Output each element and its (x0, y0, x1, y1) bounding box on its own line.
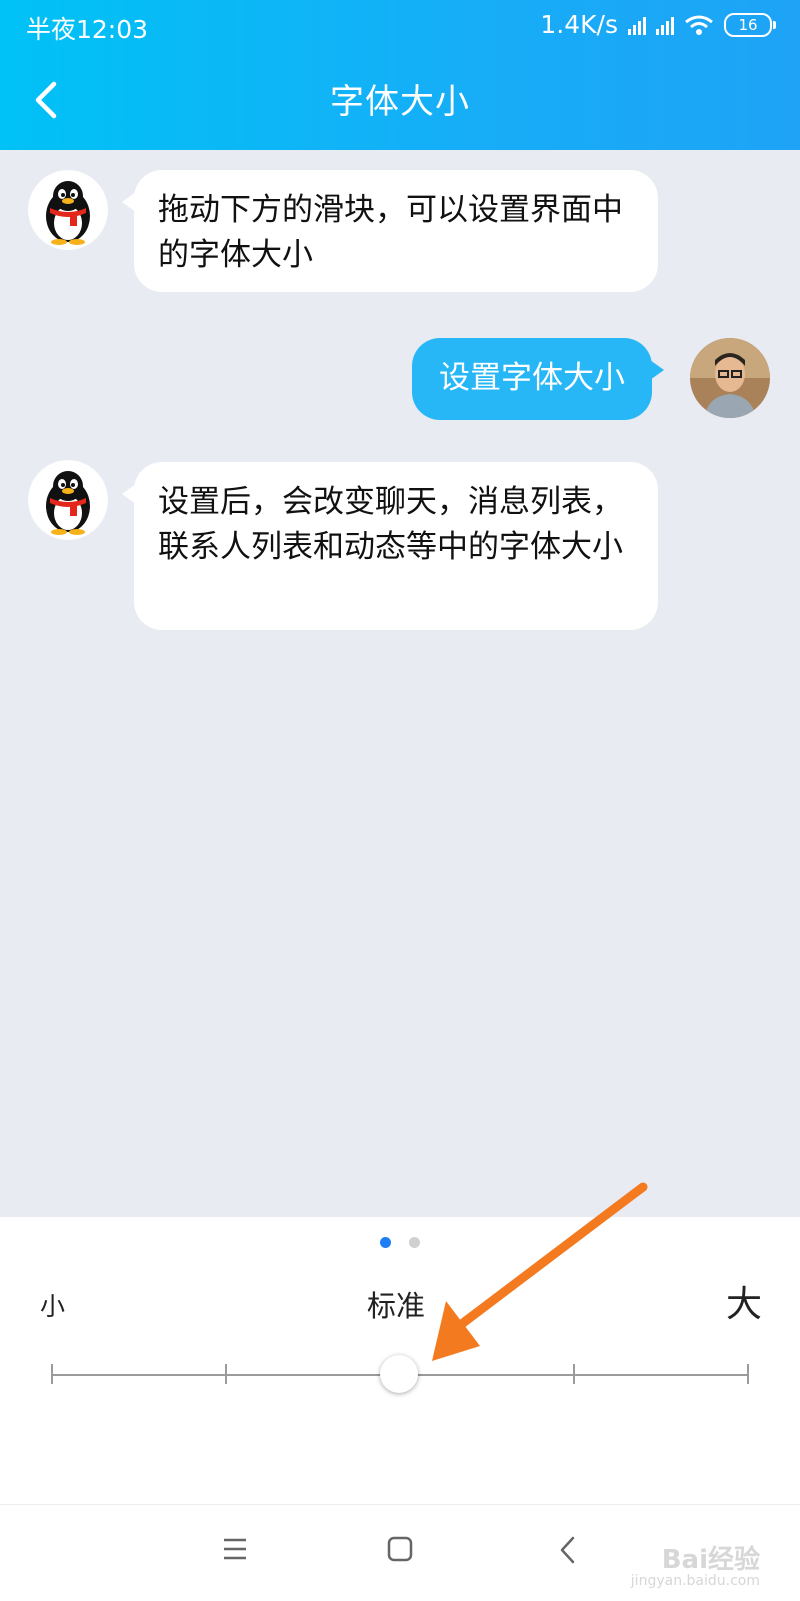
page-title: 字体大小 (330, 82, 470, 122)
user-avatar (690, 338, 770, 418)
chat-bubble-received: 设置后，会改变聊天，消息列表，联系人列表和动态等中的字体大小 (122, 462, 658, 630)
signal-icon (628, 15, 646, 35)
page-indicator (0, 1237, 800, 1248)
battery-icon: 16 (724, 12, 776, 37)
font-size-slider-thumb[interactable] (380, 1355, 418, 1393)
status-time: 半夜12:03 (26, 15, 149, 44)
message-text: 拖动下方的滑块，可以设置界面中的字体大小 (158, 192, 623, 273)
network-speed: 1.4K/s (540, 10, 618, 39)
font-size-panel: 小 标准 大 (0, 1217, 800, 1504)
penguin-avatar (28, 170, 108, 250)
home-icon[interactable] (387, 1536, 413, 1562)
size-label-standard: 标准 (367, 1289, 426, 1323)
wifi-icon (685, 15, 713, 35)
status-bar: 半夜12:03 1.4K/s 16 (0, 0, 800, 50)
user-photo-icon (690, 338, 770, 418)
chat-preview: 拖动下方的滑块，可以设置界面中的字体大小 设置字体大小 设置后，会改变聊天，消息… (0, 150, 800, 1217)
nav-bar: 字体大小 (0, 50, 800, 150)
message-text: 设置后，会改变聊天，消息列表，联系人列表和动态等中的字体大小 (158, 484, 623, 565)
slider-tick (573, 1364, 575, 1384)
menu-icon[interactable] (222, 1537, 248, 1561)
chat-bubble-received: 拖动下方的滑块，可以设置界面中的字体大小 (122, 170, 658, 292)
penguin-icon (28, 460, 108, 540)
page-dot-active[interactable] (380, 1237, 391, 1248)
message-text: 设置字体大小 (439, 360, 625, 396)
status-indicators: 1.4K/s 16 (540, 10, 776, 39)
slider-tick (747, 1364, 749, 1384)
signal-icon-2 (656, 15, 674, 35)
slider-tick (225, 1364, 227, 1384)
size-label-small: 小 (40, 1292, 66, 1321)
app-header: 半夜12:03 1.4K/s 16 字体大小 (0, 0, 800, 150)
back-nav-icon[interactable] (558, 1535, 578, 1565)
page-dot[interactable] (409, 1237, 420, 1248)
baidu-watermark-url: jingyan.baidu.com (630, 1573, 760, 1589)
penguin-avatar (28, 460, 108, 540)
penguin-icon (28, 170, 108, 250)
size-label-large: 大 (726, 1284, 763, 1325)
system-navigation-bar: Bai经验 jingyan.baidu.com (0, 1504, 800, 1601)
chat-bubble-sent: 设置字体大小 (412, 338, 664, 420)
baidu-watermark: Bai经验 (661, 1545, 760, 1575)
slider-tick (51, 1364, 53, 1384)
